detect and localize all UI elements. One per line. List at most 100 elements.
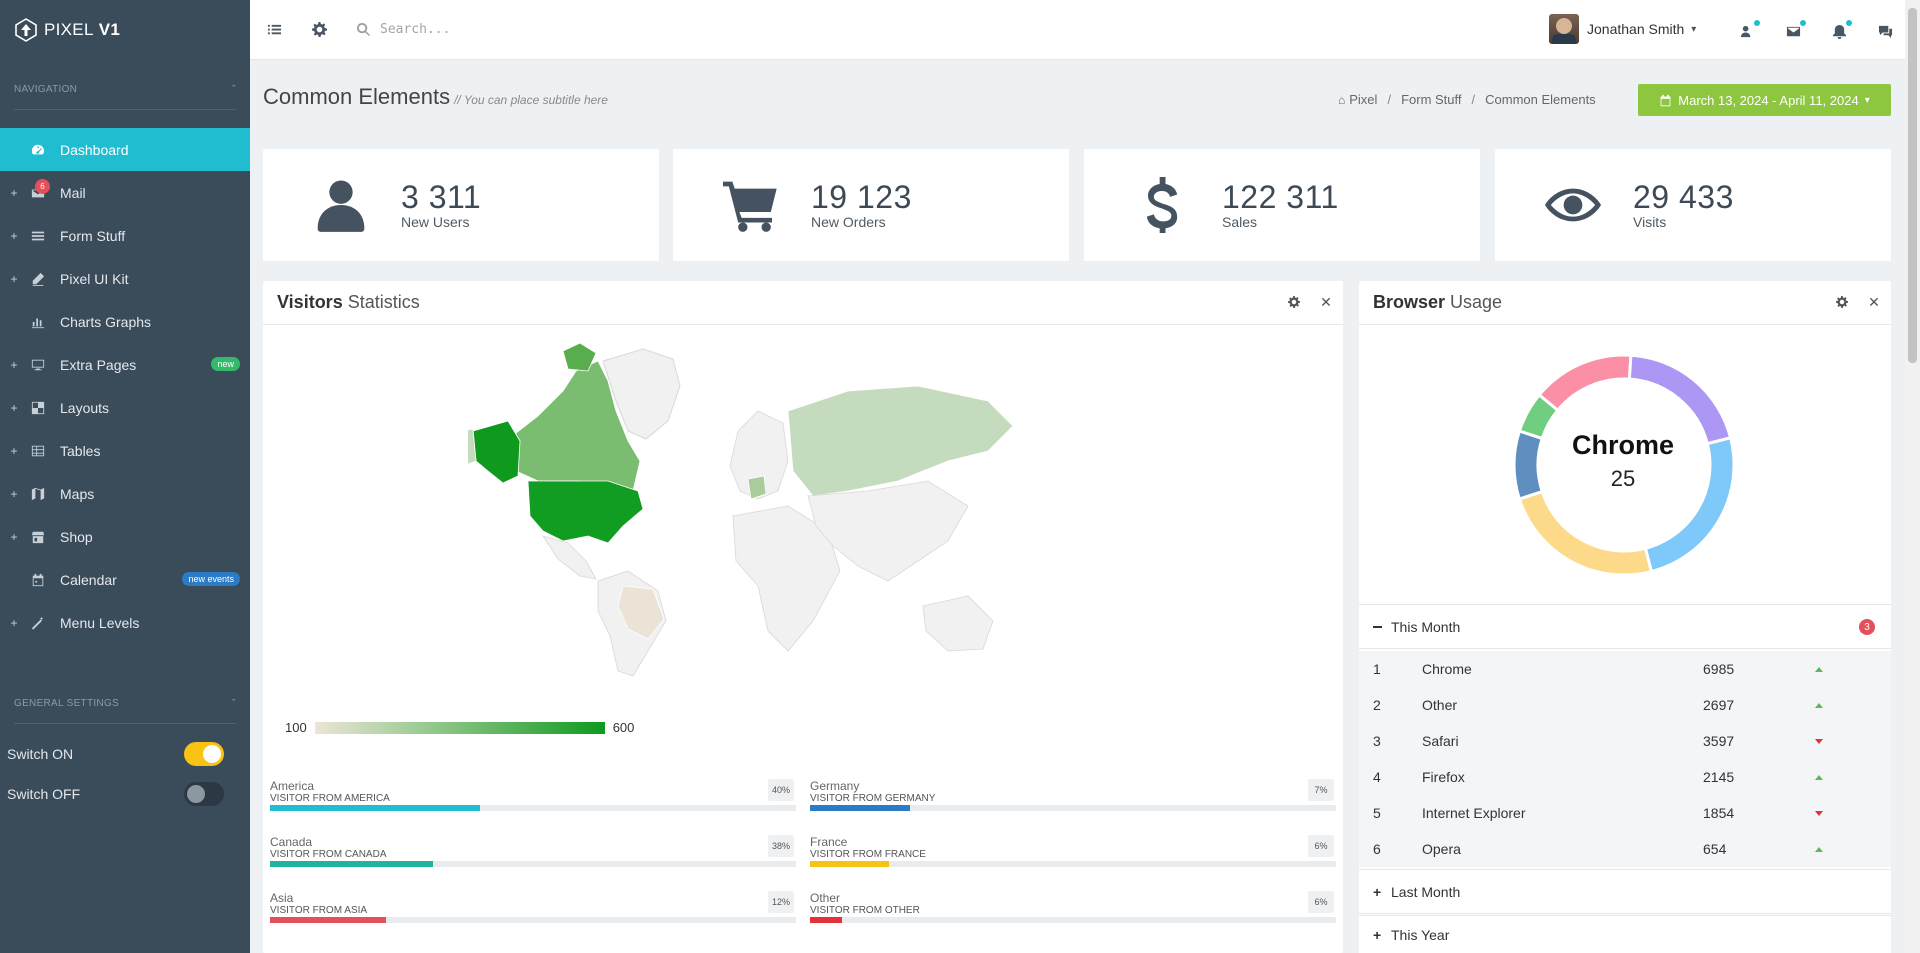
map-icon bbox=[28, 486, 48, 502]
accordion-label: This Month bbox=[1391, 618, 1461, 635]
table-row[interactable]: 5 Internet Explorer 1854 bbox=[1359, 795, 1891, 831]
search-box bbox=[354, 21, 680, 39]
eye-icon bbox=[1543, 175, 1603, 235]
stat-card-sales: 122 311 Sales bbox=[1084, 149, 1480, 261]
browser-donut-chart[interactable] bbox=[1513, 354, 1735, 576]
sidebar-item-pixel-ui-kit[interactable]: + Pixel UI Kit bbox=[0, 257, 250, 300]
world-map[interactable] bbox=[468, 331, 1028, 681]
sidebar-item-charts[interactable]: Charts Graphs bbox=[0, 300, 250, 343]
expand-icon[interactable]: + bbox=[6, 530, 22, 544]
scrollbar-thumb[interactable] bbox=[1908, 8, 1917, 363]
stat-card-visits: 29 433 Visits bbox=[1495, 149, 1891, 261]
trend-down-icon bbox=[1815, 738, 1823, 744]
general-settings-header[interactable]: General Settings ˆ bbox=[14, 684, 236, 724]
page-scrollbar[interactable] bbox=[1905, 0, 1920, 953]
search-input[interactable] bbox=[380, 22, 680, 37]
gear-icon[interactable] bbox=[1835, 295, 1849, 309]
logo-text: PIXEL bbox=[44, 20, 94, 39]
accordion-this-month[interactable]: This Month 3 bbox=[1359, 604, 1891, 649]
switch-on-toggle[interactable] bbox=[184, 742, 224, 766]
sidebar-item-mail[interactable]: + 6 Mail bbox=[0, 171, 250, 214]
visitor-bar-france: France Visitor from France 6% bbox=[810, 835, 1336, 867]
expand-icon[interactable]: + bbox=[6, 358, 22, 372]
dashboard-icon bbox=[28, 142, 48, 158]
table-row[interactable]: 2 Other 2697 bbox=[1359, 687, 1891, 723]
gear-icon[interactable] bbox=[1287, 295, 1301, 309]
donut-segment[interactable] bbox=[1517, 489, 1654, 576]
sidebar-item-extra-pages[interactable]: + Extra Pages new bbox=[0, 343, 250, 386]
navigation-header[interactable]: Navigation ˆ bbox=[14, 70, 236, 110]
accordion-label: Last Month bbox=[1391, 883, 1461, 900]
expand-icon[interactable]: + bbox=[6, 272, 22, 286]
sidebar-item-layouts[interactable]: + Layouts bbox=[0, 386, 250, 429]
visitor-bar-fill bbox=[810, 917, 842, 923]
sidebar-item-dashboard[interactable]: Dashboard bbox=[0, 128, 250, 171]
expand-icon[interactable]: + bbox=[6, 186, 22, 200]
table-row[interactable]: 3 Safari 3597 bbox=[1359, 723, 1891, 759]
visitor-bar-fill bbox=[810, 805, 910, 811]
general-settings-label: General Settings bbox=[14, 698, 120, 709]
stat-label: New Users bbox=[401, 214, 470, 230]
sidebar-item-menu-levels[interactable]: + Menu Levels bbox=[0, 601, 250, 644]
accordion-last-month[interactable]: + Last Month bbox=[1359, 869, 1891, 914]
sidebar-item-label: Maps bbox=[60, 485, 95, 502]
table-row[interactable]: 6 Opera 654 bbox=[1359, 831, 1891, 867]
bar-chart-icon bbox=[28, 314, 48, 330]
date-range-button[interactable]: March 13, 2024 - April 11, 2024 ▾ bbox=[1638, 84, 1891, 116]
visitor-bar-asia: Asia Visitor from Asia 12% bbox=[270, 891, 796, 923]
breadcrumb-link-form-stuff[interactable]: Form Stuff bbox=[1401, 92, 1461, 107]
sidebar-item-tables[interactable]: + Tables bbox=[0, 429, 250, 472]
stat-card-new-users: 3 311 New Users bbox=[263, 149, 659, 261]
visitor-bar-name: Germany bbox=[810, 779, 860, 793]
legend-min: 100 bbox=[285, 720, 307, 735]
visitor-bar-name: Canada bbox=[270, 835, 313, 849]
donut-segment[interactable] bbox=[1537, 354, 1633, 413]
close-icon[interactable]: ✕ bbox=[1319, 294, 1333, 310]
expand-icon[interactable]: + bbox=[6, 487, 22, 501]
sidebar-item-label: Pixel UI Kit bbox=[60, 270, 129, 287]
collapse-icon[interactable]: ˆ bbox=[232, 84, 236, 96]
sidebar-item-shop[interactable]: + Shop bbox=[0, 515, 250, 558]
user-menu[interactable]: Jonathan Smith ▾ bbox=[1549, 14, 1696, 44]
chat-icon[interactable] bbox=[1876, 22, 1894, 40]
visitor-bar-germany: Germany Visitor from Germany 7% bbox=[810, 779, 1336, 811]
expand-icon[interactable]: + bbox=[6, 229, 22, 243]
panel-title-light: Usage bbox=[1450, 292, 1503, 312]
layout-icon bbox=[28, 400, 48, 416]
switch-on-label: Switch ON bbox=[7, 746, 74, 762]
accordion-this-year[interactable]: + This Year bbox=[1359, 915, 1891, 953]
logo[interactable]: PIXEL V1 bbox=[0, 0, 250, 60]
sidebar-item-maps[interactable]: + Maps bbox=[0, 472, 250, 515]
bell-icon[interactable] bbox=[1830, 20, 1852, 40]
visitor-bar-sub: Visitor from America bbox=[270, 793, 390, 804]
expand-icon[interactable]: + bbox=[6, 444, 22, 458]
legend-gradient bbox=[314, 721, 605, 734]
visitor-bar-fill bbox=[810, 861, 889, 867]
sidebar-item-calendar[interactable]: Calendar new events bbox=[0, 558, 250, 601]
stat-value: 3 311 bbox=[401, 179, 482, 215]
expand-icon[interactable]: + bbox=[6, 401, 22, 415]
pencil-icon bbox=[28, 271, 48, 287]
gear-icon[interactable] bbox=[310, 21, 328, 39]
breadcrumb-link-pixel[interactable]: Pixel bbox=[1349, 92, 1377, 107]
collapse-icon[interactable]: ˆ bbox=[232, 698, 236, 710]
close-icon[interactable]: ✕ bbox=[1867, 294, 1881, 310]
visitor-bar-fill bbox=[270, 805, 481, 811]
user-add-icon[interactable] bbox=[1738, 20, 1760, 40]
envelope-icon[interactable] bbox=[1784, 20, 1806, 40]
sidebar-toggle-icon[interactable] bbox=[265, 21, 283, 39]
expand-icon[interactable]: + bbox=[6, 616, 22, 630]
panel-title-bold: Browser bbox=[1373, 292, 1446, 312]
visitor-bar-sub: Visitor from Other bbox=[810, 905, 920, 916]
table-row[interactable]: 4 Firefox 2145 bbox=[1359, 759, 1891, 795]
switch-off-toggle[interactable] bbox=[184, 782, 224, 806]
table-row[interactable]: 1 Chrome 6985 bbox=[1359, 651, 1891, 687]
browser-panel-header: Browser Usage ✕ bbox=[1359, 281, 1891, 325]
page-subtitle: // You can place subtitle here bbox=[454, 93, 608, 107]
user-icon bbox=[311, 175, 371, 235]
count-badge: 3 bbox=[1859, 619, 1875, 635]
switch-on-row: Switch ON bbox=[0, 734, 250, 774]
calendar-icon bbox=[28, 572, 48, 588]
sidebar-item-form-stuff[interactable]: + Form Stuff bbox=[0, 214, 250, 257]
map-region-alaska bbox=[472, 420, 521, 484]
